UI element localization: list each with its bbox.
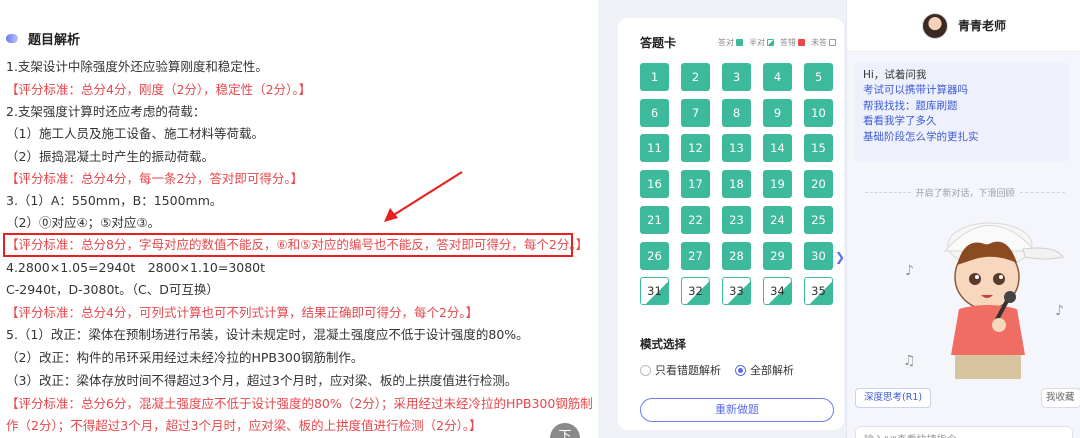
welcome-bubble: Hi，试着问我 考试可以携带计算器吗 帮我找找：题库刷题 看看我学了多久 基础阶段怎么… [855,62,1069,162]
suggestion-link[interactable]: 看看我学了多久 [863,114,1061,130]
question-27-button[interactable]: 27 [681,241,710,270]
question-5-button[interactable]: 5 [804,63,833,91]
radio-icon[interactable] [735,364,746,376]
mode-option-label: 全部解析 [750,364,794,377]
answer-card: 答题卡 答对 半对 答错 未答 1 2 3 4 5 6 7 8 9 10 11 12 13 14 15 16 17 18… [618,18,844,430]
question-33-button[interactable]: 33 [722,277,751,306]
avatar [921,12,948,39]
question-1-button[interactable]: 1 [640,63,669,91]
suggestion-link[interactable]: 帮我找找：题库刷题 [863,99,1061,115]
question-6-button[interactable]: 6 [640,98,669,127]
question-31-button[interactable]: 31 [640,277,669,306]
mode-option-2[interactable]: 全部解析 [735,362,794,378]
question-19-button[interactable]: 19 [763,170,792,199]
teacher-chat-panel: 青青老师 Hi，试着问我 考试可以携带计算器吗 帮我找找：题库刷题 看看我学了多久基… [846,0,1080,438]
question-17-button[interactable]: 17 [681,170,710,199]
question-30-button[interactable]: 30 [804,241,833,270]
mascot-illustration: ♪ ♪ ♫ [903,222,1064,379]
question-13-button[interactable]: 13 [722,134,751,163]
question-10-button[interactable]: 10 [804,98,833,127]
chat-input[interactable]: 输入"/"查看快捷指令 [855,426,1073,438]
suggestion-link[interactable]: 考试可以携带计算器吗 [863,83,1061,99]
question-9-button[interactable]: 9 [763,98,792,127]
legend-label: 答对 [718,38,734,47]
legend-swatch-icon [829,39,836,46]
mode-option-1[interactable]: 只看错题解析 [640,362,721,378]
mode-title: 模式选择 [640,337,686,351]
radio-icon[interactable] [640,364,651,376]
mode-option-label: 只看错题解析 [655,364,721,377]
chevron-right-icon[interactable]: ❯ [835,250,845,264]
suggestion-link[interactable]: 基础阶段怎么学的更扎实 [863,130,1061,146]
question-20-button[interactable]: 20 [804,170,833,199]
question-14-button[interactable]: 14 [763,134,792,163]
question-7-button[interactable]: 7 [681,98,710,127]
question-12-button[interactable]: 12 [681,134,710,163]
question-4-button[interactable]: 4 [763,63,792,91]
legend-label: 答错 [780,38,796,47]
legend-label: 半对 [749,38,765,47]
separator-text: 开启了新对话，下滑回顾 [915,189,1015,199]
legend-label: 未答 [811,38,827,47]
svg-text:♪: ♪ [905,263,914,279]
deep-think-toggle[interactable]: 深度思考(R1) [855,388,932,408]
legend-swatch-icon [736,39,743,46]
question-22-button[interactable]: 22 [681,205,710,234]
new-conversation-separator: 开启了新对话，下滑回顾 [865,186,1066,199]
question-21-button[interactable]: 21 [640,205,669,234]
annotation-arrow-icon [384,171,463,222]
question-16-button[interactable]: 16 [640,170,669,199]
teacher-name: 青青老师 [957,19,1006,33]
svg-text:♫: ♫ [903,353,916,369]
question-26-button[interactable]: 26 [640,241,669,270]
question-34-button[interactable]: 34 [763,277,792,306]
question-32-button[interactable]: 32 [681,277,710,306]
question-2-button[interactable]: 2 [681,63,710,91]
chat-header: 青青老师 [847,0,1080,52]
question-29-button[interactable]: 29 [763,241,792,270]
question-11-button[interactable]: 11 [640,134,669,163]
question-15-button[interactable]: 15 [804,134,833,163]
greeting-text: Hi，试着问我 [863,69,927,81]
legend-item: 答错 [780,37,805,48]
svg-text:♪: ♪ [1055,303,1064,319]
question-8-button[interactable]: 8 [722,98,751,127]
favorites-chip[interactable]: 我收藏 [1041,388,1080,408]
answer-card-header: 答题卡 答对 半对 答错 未答 [640,34,836,51]
legend-swatch-icon [798,39,805,46]
question-24-button[interactable]: 24 [763,205,792,234]
question-35-button[interactable]: 35 [804,277,833,306]
analysis-panel: 题目解析 1.支架设计中除强度外还应验算刚度和稳定性。 【评分标准：总分4分，刚度… [0,0,598,438]
redo-button[interactable]: 重新做题 [640,398,834,422]
question-28-button[interactable]: 28 [722,241,751,270]
legend-swatch-icon [767,39,774,46]
answer-card-title: 答题卡 [640,36,677,50]
question-25-button[interactable]: 25 [804,205,833,234]
question-3-button[interactable]: 3 [722,63,751,91]
legend-item: 答对 [718,37,743,48]
legend-item: 未答 [811,37,836,48]
question-23-button[interactable]: 23 [722,205,751,234]
legend-item: 半对 [749,37,774,48]
question-18-button[interactable]: 18 [722,170,751,199]
mode-options: 只看错题解析 全部解析 [640,362,808,378]
